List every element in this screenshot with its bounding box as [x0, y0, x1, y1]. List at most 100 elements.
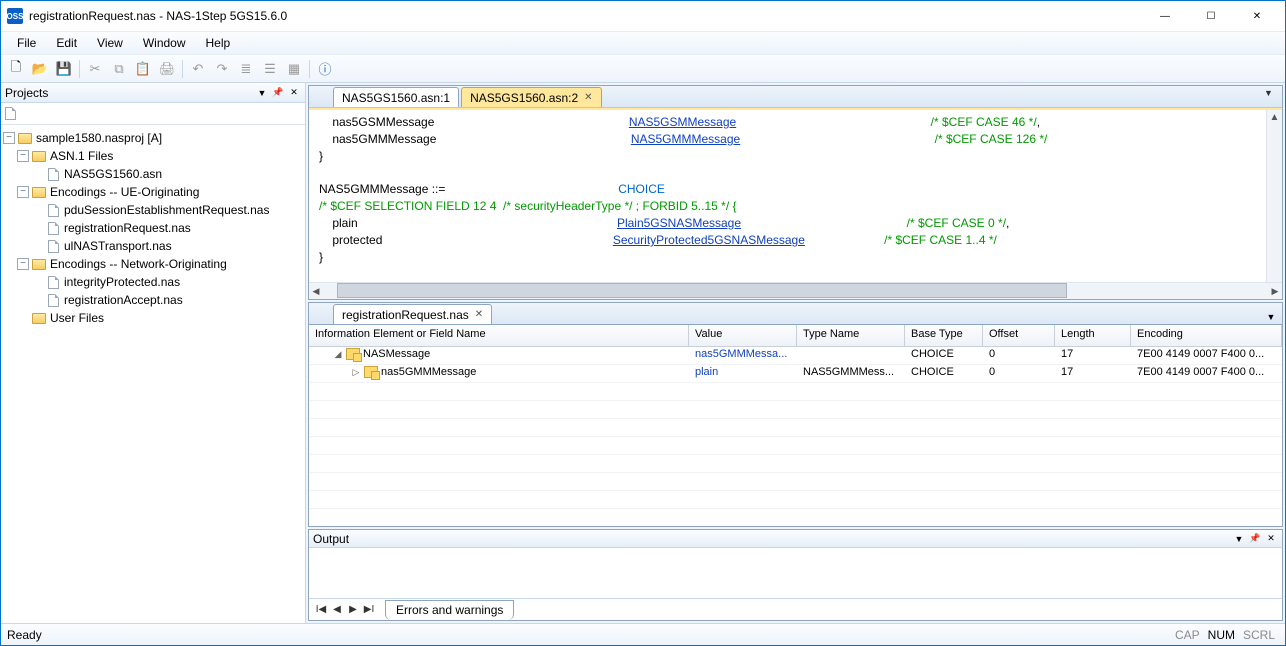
vertical-scrollbar[interactable]: ▲ [1266, 110, 1282, 282]
expand-toggle[interactable]: − [17, 150, 29, 162]
tree-label: sample1580.nasproj [A] [36, 131, 162, 145]
tab-label: NAS5GS1560.asn:2 [470, 91, 578, 105]
type-link[interactable]: Plain5GSNASMessage [617, 216, 741, 230]
tree-asn1-folder[interactable]: − ASN.1 Files [3, 147, 303, 165]
close-button[interactable]: ✕ [1235, 2, 1279, 30]
print-button[interactable]: 🖨 [156, 58, 178, 80]
menu-file[interactable]: File [7, 33, 46, 53]
panel-dropdown-icon[interactable]: ▼ [1232, 532, 1246, 546]
window-title: registrationRequest.nas - NAS-1Step 5GS1… [29, 9, 1143, 23]
table-row[interactable]: ◢NASMessagenas5GMMMessa...CHOICE0177E00 … [309, 347, 1282, 365]
type-link[interactable]: NAS5GMMMessage [631, 132, 740, 146]
menu-help[interactable]: Help [196, 33, 241, 53]
horizontal-scrollbar[interactable]: ◀ ▶ [309, 282, 1282, 299]
file-icon [48, 204, 59, 217]
editor-panel: NAS5GS1560.asn:1 NAS5GS1560.asn:2 ✕ ▼ nas… [308, 85, 1283, 300]
expand-toggle[interactable]: ▷ [351, 367, 361, 378]
column-header-encoding[interactable]: Encoding [1131, 325, 1282, 346]
scroll-left-icon[interactable]: ◀ [309, 283, 323, 299]
expand-toggle[interactable]: − [17, 258, 29, 270]
expand-toggle[interactable]: ◢ [333, 349, 343, 360]
tree-ue-file3[interactable]: ulNASTransport.nas [3, 237, 303, 255]
detail-tab[interactable]: registrationRequest.nas ✕ [333, 304, 492, 324]
type-link[interactable]: SecurityProtected5GSNASMessage [613, 233, 805, 247]
tree-ue-file2[interactable]: registrationRequest.nas [3, 219, 303, 237]
tree-ue-file1[interactable]: pduSessionEstablishmentRequest.nas [3, 201, 303, 219]
editor-tab-1[interactable]: NAS5GS1560.asn:1 [333, 87, 459, 107]
column-header-type[interactable]: Type Name [797, 325, 905, 346]
maximize-button[interactable]: ☐ [1189, 2, 1233, 30]
empty-row [309, 509, 1282, 526]
status-ready: Ready [7, 628, 42, 642]
tool-indent[interactable]: ≣ [235, 58, 257, 80]
type-link[interactable]: NAS5GSMMessage [629, 115, 736, 129]
tree-asn1-file[interactable]: NAS5GS1560.asn [3, 165, 303, 183]
table-row[interactable]: ▷nas5GMMMessageplainNAS5GMMMess...CHOICE… [309, 365, 1282, 383]
column-header-length[interactable]: Length [1055, 325, 1131, 346]
detail-grid[interactable]: Information Element or Field Name Value … [309, 325, 1282, 526]
tree-net-file1[interactable]: integrityProtected.nas [3, 273, 303, 291]
folder-icon [32, 151, 46, 162]
nav-first-icon[interactable]: I◀ [313, 601, 329, 619]
menu-window[interactable]: Window [133, 33, 196, 53]
cut-button[interactable]: ✂ [84, 58, 106, 80]
new-file-button[interactable]: 🗋 [5, 58, 27, 80]
tool-grid[interactable]: ▦ [283, 58, 305, 80]
panel-close-icon[interactable]: ✕ [1264, 532, 1278, 546]
column-header-offset[interactable]: Offset [983, 325, 1055, 346]
code-editor[interactable]: nas5GSMMessage NAS5GSMMessage /* $CEF CA… [309, 108, 1282, 282]
scroll-right-icon[interactable]: ▶ [1268, 283, 1282, 299]
column-header-base[interactable]: Base Type [905, 325, 983, 346]
help-button[interactable]: ⓘ [314, 58, 336, 80]
menu-edit[interactable]: Edit [46, 33, 87, 53]
menu-view[interactable]: View [87, 33, 133, 53]
output-tab-errors[interactable]: Errors and warnings [385, 600, 514, 620]
tree-root[interactable]: − sample1580.nasproj [A] [3, 129, 303, 147]
editor-tab-2[interactable]: NAS5GS1560.asn:2 ✕ [461, 87, 601, 107]
tree-enc-net-folder[interactable]: − Encodings -- Network-Originating [3, 255, 303, 273]
panel-dropdown-icon[interactable]: ▼ [255, 86, 269, 100]
tab-label: NAS5GS1560.asn:1 [342, 91, 450, 105]
code-text: } [319, 250, 323, 264]
projects-panel-title: Projects [5, 86, 48, 100]
tree-net-file2[interactable]: registrationAccept.nas [3, 291, 303, 309]
tree-user-files-folder[interactable]: User Files [3, 309, 303, 327]
tab-overflow-icon[interactable]: ▼ [1264, 88, 1280, 98]
panel-pin-icon[interactable]: 📌 [271, 86, 285, 100]
open-file-button[interactable]: 📂 [29, 58, 51, 80]
tool-undo[interactable]: ↶ [187, 58, 209, 80]
folder-icon [32, 313, 46, 324]
copy-button[interactable]: ⧉ [108, 58, 130, 80]
new-project-icon[interactable] [5, 107, 16, 120]
expand-toggle[interactable]: − [3, 132, 15, 144]
tool-redo[interactable]: ↷ [211, 58, 233, 80]
tool-outdent[interactable]: ☰ [259, 58, 281, 80]
projects-tree[interactable]: − sample1580.nasproj [A] − ASN.1 Files N… [1, 125, 305, 623]
output-body[interactable] [309, 548, 1282, 598]
editor-tabstrip: NAS5GS1560.asn:1 NAS5GS1560.asn:2 ✕ ▼ [309, 86, 1282, 108]
close-icon[interactable]: ✕ [584, 92, 592, 103]
tree-enc-ue-folder[interactable]: − Encodings -- UE-Originating [3, 183, 303, 201]
projects-panel: Projects ▼ 📌 ✕ − sample1580.nasproj [A] … [1, 83, 306, 623]
expand-toggle[interactable]: − [17, 186, 29, 198]
nav-next-icon[interactable]: ▶ [345, 601, 361, 619]
tab-label: registrationRequest.nas [342, 308, 469, 322]
save-button[interactable]: 💾 [53, 58, 75, 80]
struct-icon [346, 348, 360, 360]
panel-pin-icon[interactable]: 📌 [1248, 532, 1262, 546]
empty-row [309, 383, 1282, 401]
column-header-name[interactable]: Information Element or Field Name [309, 325, 689, 346]
scrollbar-thumb[interactable] [337, 283, 1067, 298]
output-footer: I◀ ◀ ▶ ▶I Errors and warnings [309, 598, 1282, 620]
nav-last-icon[interactable]: ▶I [361, 601, 377, 619]
paste-button[interactable]: 📋 [132, 58, 154, 80]
column-header-value[interactable]: Value [689, 325, 797, 346]
close-icon[interactable]: ✕ [475, 309, 483, 320]
panel-close-icon[interactable]: ✕ [287, 86, 301, 100]
projects-panel-header: Projects ▼ 📌 ✕ [1, 83, 305, 103]
minimize-button[interactable]: — [1143, 2, 1187, 30]
tab-overflow-icon[interactable]: ▼ [1264, 310, 1278, 324]
grid-header: Information Element or Field Name Value … [309, 325, 1282, 347]
nav-prev-icon[interactable]: ◀ [329, 601, 345, 619]
scroll-up-icon[interactable]: ▲ [1267, 110, 1282, 126]
